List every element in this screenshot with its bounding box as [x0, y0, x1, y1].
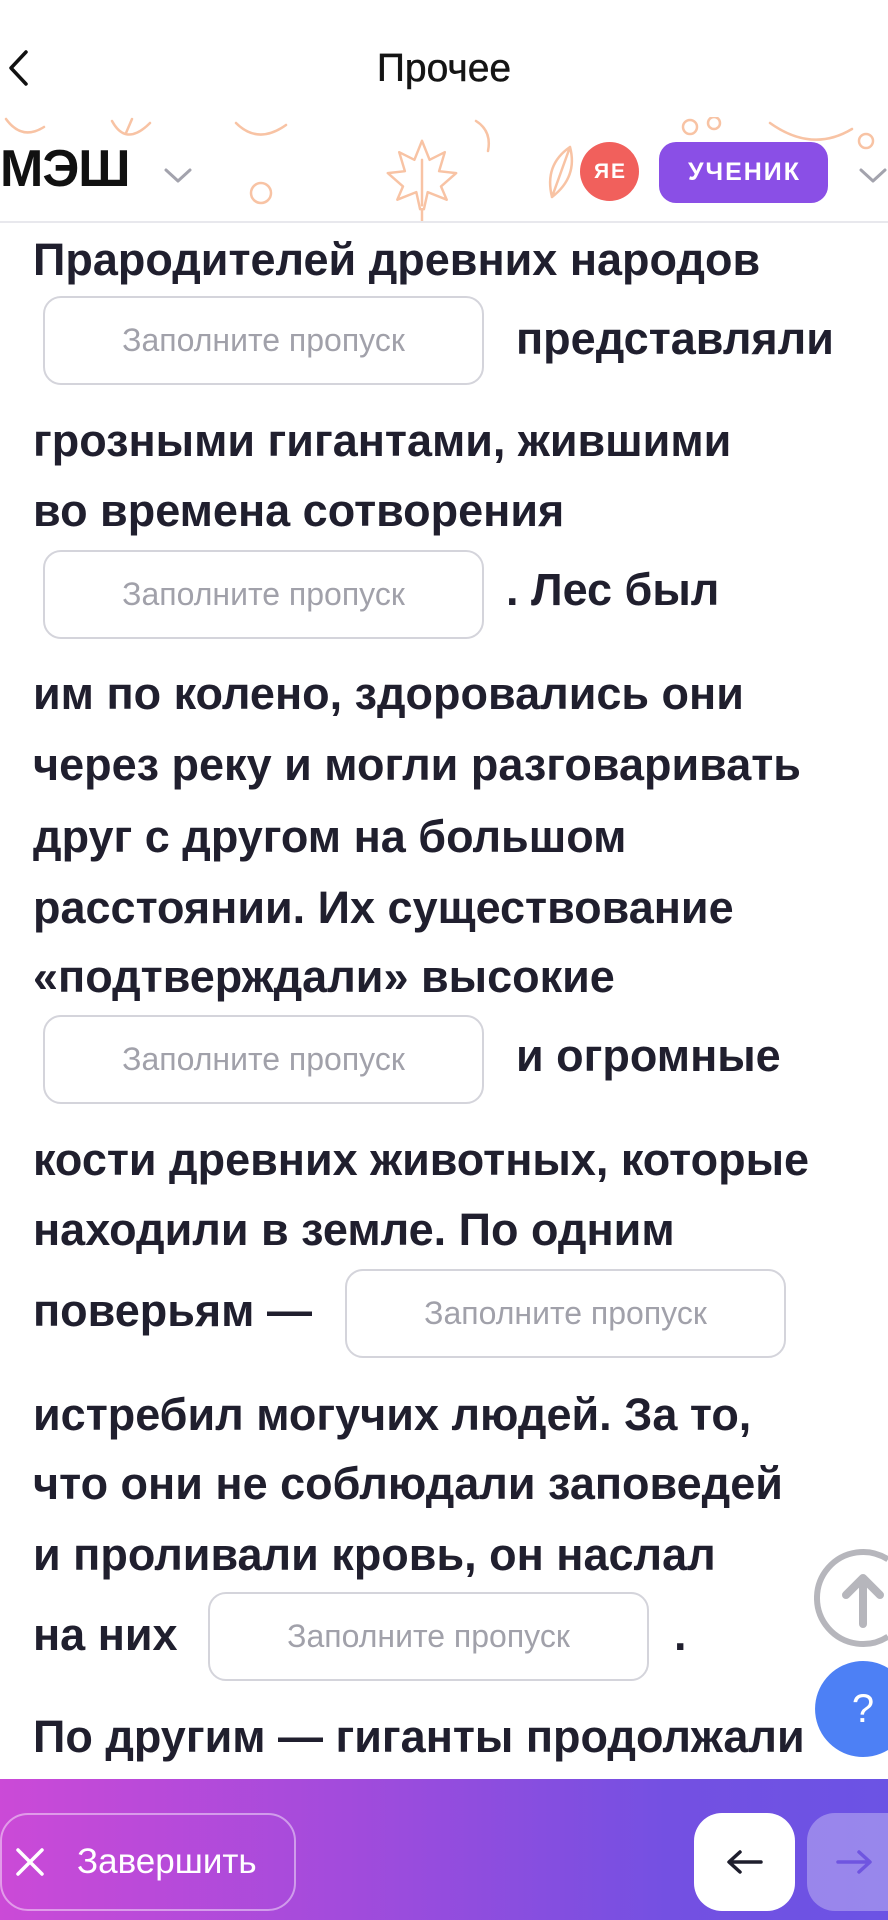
finish-button-label: Завершить [77, 1842, 257, 1881]
fill-in-blanks-exercise: Прародителей древних народов представлял… [0, 223, 888, 1779]
text-before-blank: на них [33, 1609, 178, 1660]
text-line: находили в земле. По одним [33, 1204, 675, 1255]
mesh-logo[interactable]: МЭШ [0, 139, 131, 199]
close-icon [16, 1848, 44, 1876]
role-badge[interactable]: УЧЕНИК [659, 142, 828, 203]
app-header: МЭШ ЯЕ УЧЕНИК [0, 117, 888, 223]
blank-input[interactable] [208, 1592, 649, 1681]
arrow-left-icon [727, 1850, 763, 1874]
top-nav-bar: Прочее [0, 0, 888, 117]
avatar[interactable]: ЯЕ [580, 142, 639, 201]
arrow-right-icon [836, 1850, 872, 1874]
text-line: «подтверждали» высокие [33, 951, 615, 1002]
bottom-action-bar: Завершить [0, 1779, 888, 1920]
arrow-up-icon [814, 1549, 888, 1647]
blank-input[interactable] [345, 1269, 786, 1358]
previous-button[interactable] [694, 1813, 795, 1911]
help-button[interactable]: ? [814, 1659, 888, 1759]
text-line: кости древних животных, которые [33, 1134, 810, 1185]
text-line: им по колено, здоровались они [33, 668, 744, 719]
scroll-to-top-button[interactable] [814, 1548, 888, 1648]
text-line: расстоянии. Их существование [33, 882, 734, 933]
text-line: во времена сотворения [33, 485, 565, 536]
chevron-down-icon[interactable] [858, 166, 888, 186]
finish-button[interactable]: Завершить [0, 1813, 296, 1911]
text-line: грозными гигантами, жившими [33, 415, 732, 466]
text-line: истребил могучих людей. За то, [33, 1389, 752, 1440]
text-line: Прародителей древних народов [33, 234, 761, 285]
text-line: через реку и могли разговаривать [33, 739, 801, 790]
text-after-blank: . [674, 1609, 687, 1660]
text-line: что они не соблюдали заповедей [33, 1458, 783, 1509]
text-line: По другим — гиганты продолжали [33, 1711, 805, 1762]
page-title: Прочее [376, 47, 512, 91]
text-after-blank: и огромные [516, 1030, 781, 1081]
text-line: друг с другом на большом [33, 811, 627, 862]
blank-input[interactable] [43, 1015, 484, 1104]
text-after-blank: представляли [516, 313, 834, 364]
help-label: ? [851, 1687, 875, 1731]
text-line: и проливали кровь, он наслал [33, 1529, 716, 1580]
text-before-blank: поверьям — [33, 1285, 312, 1336]
blank-input[interactable] [43, 550, 484, 639]
chevron-down-icon[interactable] [162, 166, 194, 186]
blank-input[interactable] [43, 296, 484, 385]
text-after-blank: . Лес был [506, 564, 720, 615]
next-button[interactable] [807, 1813, 888, 1911]
